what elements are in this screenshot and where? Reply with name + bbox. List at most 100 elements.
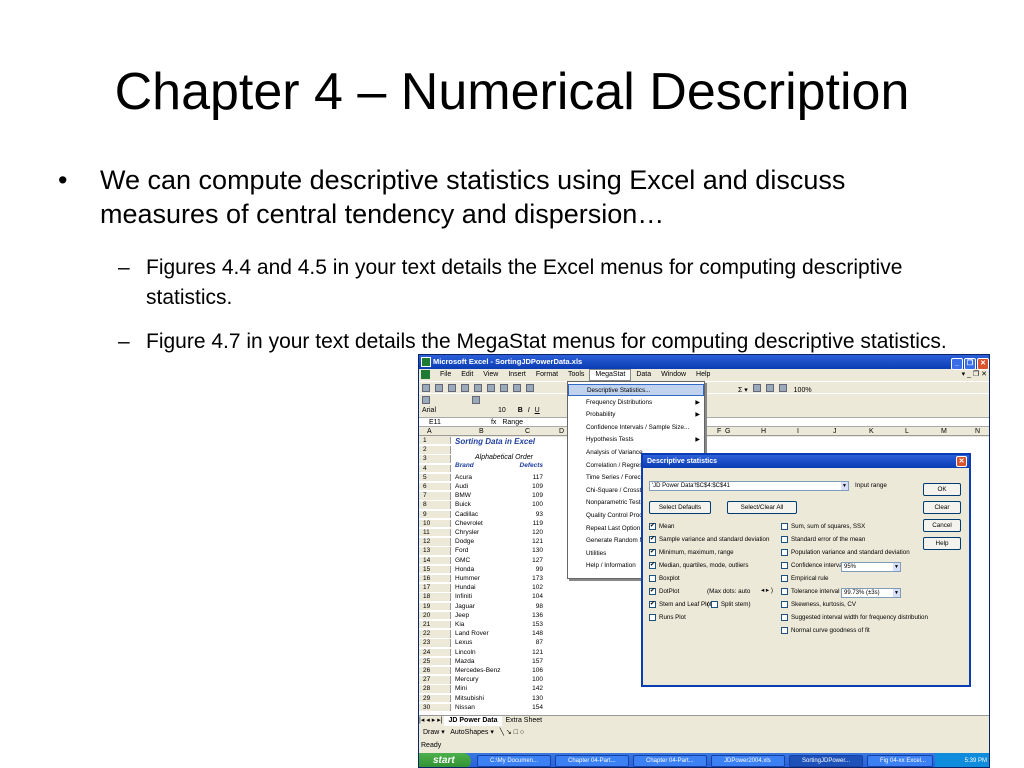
checked-icon[interactable]: ✔ [649, 588, 656, 595]
select-defaults-button[interactable]: Select Defaults [649, 501, 711, 514]
print-icon[interactable] [461, 384, 469, 392]
taskbar-item[interactable]: Chapter 04-Part... [555, 755, 629, 767]
tolerance-interval-select[interactable]: 99.73% (±3s) ▼ [841, 588, 901, 598]
column-header[interactable]: F [717, 427, 721, 436]
option-checkbox[interactable]: Population variance and standard deviati… [781, 549, 910, 557]
brand-cell[interactable]: Mazda [455, 658, 475, 665]
menu-tools[interactable]: Tools [563, 369, 589, 381]
menu-format[interactable]: Format [531, 369, 563, 381]
defects-cell[interactable]: 109 [499, 483, 543, 490]
option-checkbox[interactable]: ✔ Mean [649, 523, 674, 531]
defects-cell[interactable]: 106 [499, 667, 543, 674]
checkbox[interactable] [781, 588, 788, 595]
brand-cell[interactable]: Acura [455, 474, 472, 481]
save-icon[interactable] [448, 384, 456, 392]
spelling-icon[interactable] [487, 384, 495, 392]
row-number[interactable]: 13 [419, 547, 451, 555]
column-header[interactable]: I [797, 427, 799, 436]
brand-cell[interactable]: Infiniti [455, 593, 472, 600]
column-header[interactable]: G [725, 427, 730, 436]
row-number[interactable]: 18 [419, 593, 451, 601]
column-header[interactable]: D [559, 427, 564, 436]
checked-icon[interactable]: ✔ [649, 536, 656, 543]
option-checkbox[interactable]: Sum, sum of squares, SSX [781, 523, 865, 531]
menu-window[interactable]: Window [656, 369, 691, 381]
split-stem-option[interactable]: ( Split stem) [707, 601, 751, 609]
start-button[interactable]: start [419, 753, 471, 767]
menu-megastat[interactable]: MegaStat [589, 369, 632, 381]
copy-icon[interactable] [513, 384, 521, 392]
megastat-menu-item[interactable]: Frequency Distributions ▶ [568, 397, 704, 409]
underline-icon[interactable]: U [535, 405, 540, 416]
checkbox[interactable] [781, 549, 788, 556]
sort-asc-icon[interactable] [752, 384, 761, 392]
column-header[interactable]: H [761, 427, 766, 436]
column-header[interactable]: N [975, 427, 980, 436]
brand-cell[interactable]: Mercedes-Benz [455, 667, 501, 674]
defects-cell[interactable]: 136 [499, 612, 543, 619]
format-icon[interactable] [472, 396, 480, 404]
tab-nav-icon[interactable]: |◂ ◂ ▸ ▸| [419, 717, 443, 724]
row-number[interactable]: 19 [419, 602, 451, 611]
checked-icon[interactable]: ✔ [649, 523, 656, 530]
defects-cell[interactable]: 100 [499, 501, 543, 508]
row-number[interactable]: 11 [419, 529, 451, 537]
defects-cell[interactable]: 154 [499, 704, 543, 711]
row-number[interactable]: 14 [419, 556, 451, 565]
doc-window-controls[interactable]: ▾ _ ❐ ✕ [962, 369, 987, 381]
option-checkbox[interactable]: ✔ Median, quartiles, mode, outliers [649, 562, 748, 570]
new-icon[interactable] [422, 384, 430, 392]
defects-cell[interactable]: 93 [499, 511, 543, 518]
option-checkbox[interactable]: Normal curve goodness of fit [781, 627, 870, 635]
defects-cell[interactable]: 173 [499, 575, 543, 582]
taskbar-item[interactable]: Chapter 04-Part... [633, 755, 707, 767]
defects-cell[interactable]: 121 [499, 649, 543, 656]
split-stem-checkbox[interactable] [710, 601, 718, 608]
option-checkbox[interactable]: Empirical rule [781, 575, 828, 583]
defects-cell[interactable]: 104 [499, 593, 543, 600]
row-number[interactable]: 22 [419, 630, 451, 638]
row-number[interactable]: 26 [419, 667, 451, 675]
option-checkbox[interactable]: Skewness, kurtosis, CV [781, 601, 856, 609]
checkbox[interactable] [781, 627, 788, 634]
chevron-down-icon[interactable]: ▼ [841, 482, 848, 490]
menu-help[interactable]: Help [691, 369, 715, 381]
row-number[interactable]: 8 [419, 501, 451, 509]
option-checkbox[interactable]: ✔ Sample variance and standard deviation [649, 536, 769, 544]
checkbox[interactable] [781, 523, 788, 530]
cancel-button[interactable]: Cancel [923, 519, 961, 532]
column-header[interactable]: K [869, 427, 874, 436]
chart-wizard-icon[interactable] [778, 384, 787, 392]
defects-cell[interactable]: 109 [499, 492, 543, 499]
checked-icon[interactable]: ✔ [649, 601, 656, 608]
row-number[interactable]: 20 [419, 611, 451, 620]
defects-cell[interactable]: 120 [499, 529, 543, 536]
defects-cell[interactable]: 157 [499, 658, 543, 665]
defects-cell[interactable]: 99 [499, 566, 543, 573]
megastat-menu-item[interactable]: Hypothesis Tests ▶ [568, 434, 704, 446]
option-checkbox[interactable]: ✔ Stem and Leaf Plot [649, 601, 712, 609]
draw-menu[interactable]: Draw [423, 729, 439, 736]
row-number[interactable]: 10 [419, 519, 451, 528]
tab-extra-sheet[interactable]: Extra Sheet [502, 716, 547, 726]
megastat-menu-item[interactable]: Descriptive Statistics... [568, 384, 704, 397]
brand-cell[interactable]: Dodge [455, 538, 474, 545]
row-number[interactable]: 15 [419, 565, 451, 574]
taskbar-item[interactable]: C:\My Documen... [477, 755, 551, 767]
brand-cell[interactable]: GMC [455, 557, 470, 564]
chevron-down-icon[interactable]: ▼ [893, 589, 900, 597]
row-number[interactable]: 12 [419, 538, 451, 546]
row-number[interactable]: 9 [419, 510, 451, 519]
row-number[interactable]: 2 [419, 446, 451, 454]
row-number[interactable]: 24 [419, 648, 451, 657]
cut-icon[interactable] [500, 384, 508, 392]
defects-cell[interactable]: 102 [499, 584, 543, 591]
option-checkbox[interactable]: Standard error of the mean [781, 536, 865, 544]
row-number[interactable]: 5 [419, 473, 451, 482]
option-checkbox[interactable]: Tolerance interval [781, 588, 840, 596]
row-number[interactable]: 23 [419, 639, 451, 647]
checkbox[interactable] [781, 536, 788, 543]
brand-cell[interactable]: BMW [455, 492, 471, 499]
row-number[interactable]: 1 [419, 437, 451, 445]
defects-cell[interactable]: 130 [499, 695, 543, 702]
